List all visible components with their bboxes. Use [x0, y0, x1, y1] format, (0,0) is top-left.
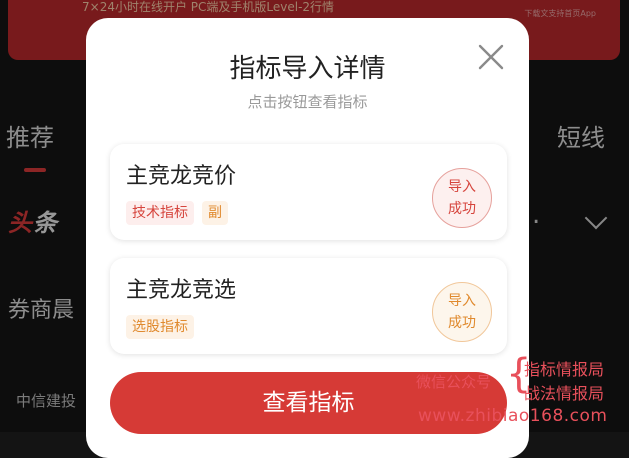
indicator-sub-tag: 副 — [202, 201, 228, 225]
indicator-name: 主竞龙竞选 — [126, 278, 237, 303]
indicator-name: 主竞龙竞价 — [126, 164, 237, 189]
indicator-type-tag: 技术指标 — [126, 201, 194, 225]
close-icon — [478, 44, 504, 70]
indicator-type-tag: 选股指标 — [126, 315, 194, 339]
import-success-stamp: 导入 成功 — [432, 282, 492, 342]
dialog-title: 指标导入详情 — [229, 54, 386, 84]
import-success-stamp: 导入 成功 — [432, 168, 492, 228]
watermark-url: www.zhibiao168.com — [418, 406, 608, 426]
watermark-name-1: 指标情报局 — [524, 360, 605, 379]
watermark-name-2: 战法情报局 — [524, 384, 605, 403]
close-button[interactable] — [476, 42, 506, 72]
dialog-subtitle: 点击按钮查看指标 — [247, 93, 368, 111]
import-detail-dialog: 指标导入详情 点击按钮查看指标 主竞龙竞价 技术指标 副 导入 成功 主竞龙竞选 … — [86, 18, 529, 458]
indicator-card[interactable]: 主竞龙竞价 技术指标 副 导入 成功 — [110, 144, 507, 240]
indicator-card[interactable]: 主竞龙竞选 选股指标 导入 成功 — [110, 258, 507, 354]
watermark-label: 微信公众号 — [416, 373, 492, 391]
